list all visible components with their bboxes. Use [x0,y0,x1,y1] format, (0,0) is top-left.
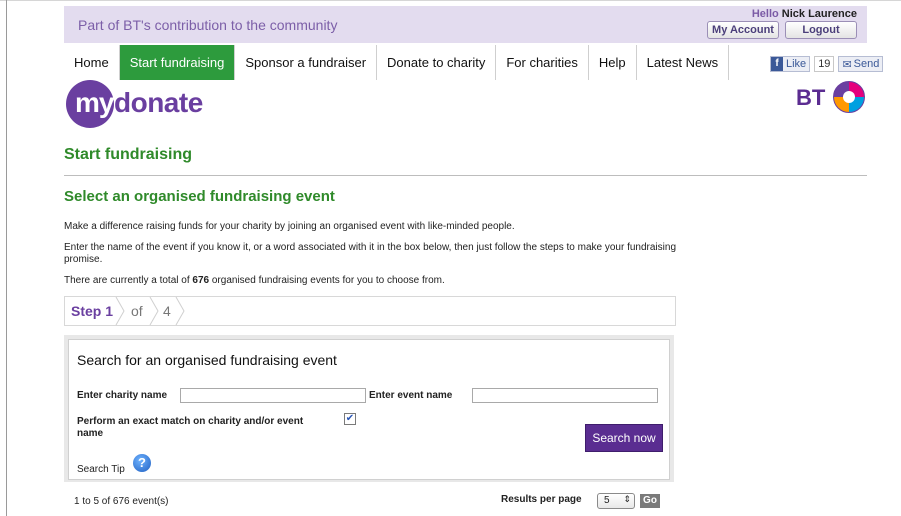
hello-prefix: Hello [751,8,779,20]
total-events-text: There are currently a total of 676 organ… [64,275,684,287]
step-of: of [131,303,143,319]
exact-match-label: Perform an exact match on charity and/or… [77,416,304,439]
tagline: Part of BT's contribution to the communi… [78,17,338,33]
charity-name-label: Enter charity name [77,390,168,401]
step-indicator: Step 1 of 4 [64,296,676,326]
bt-logo[interactable]: BT [796,80,868,114]
step-total: 4 [163,303,171,319]
send-label: Send [853,58,880,70]
results-per-page-label: Results per page [501,494,582,505]
go-button[interactable]: Go [640,494,660,508]
bt-logo-text: BT [796,85,826,110]
my-account-button[interactable]: My Account [707,21,779,39]
main-nav: Home Start fundraising Sponsor a fundrai… [64,45,730,80]
window-top-border [0,0,901,1]
step-chevron-icon [175,297,185,325]
instructions-text: Enter the name of the event if you know … [64,242,677,265]
logo-my-text: my [75,87,114,118]
search-panel: Search for an organised fundraising even… [64,335,674,482]
user-name: Nick Laurence [781,8,857,20]
total-count: 676 [192,275,210,286]
results-per-page-value: 5 [604,495,610,506]
search-tip-label: Search Tip [77,464,125,475]
logout-button[interactable]: Logout [785,21,857,39]
nav-for-charities[interactable]: For charities [496,45,589,80]
bt-globe-icon [833,81,865,113]
help-icon[interactable]: ? [133,454,151,472]
charity-name-input[interactable] [180,388,366,403]
nav-help[interactable]: Help [589,45,637,80]
facebook-like-button[interactable]: f Like [770,56,811,72]
nav-sponsor-fundraiser[interactable]: Sponsor a fundraiser [235,45,378,80]
event-name-input[interactable] [472,388,658,403]
exact-match-checkbox[interactable]: ✔ [344,413,356,425]
step-chevron-icon [115,297,125,325]
nav-start-fundraising[interactable]: Start fundraising [119,45,236,80]
total-prefix: There are currently a total of [64,275,190,286]
greeting: Hello Nick Laurence [752,8,857,20]
send-icon: ✉ [842,58,852,71]
nav-home[interactable]: Home [64,45,120,80]
intro-text: Make a difference raising funds for your… [64,221,515,232]
send-button[interactable]: ✉ Send [838,56,884,72]
top-banner: Part of BT's contribution to the communi… [64,6,867,43]
search-panel-inner: Search for an organised fundraising even… [68,339,670,480]
search-now-button[interactable]: Search now [585,424,663,452]
event-name-label: Enter event name [369,390,453,401]
page-title: Start fundraising [64,146,193,163]
window-left-border [6,0,7,516]
results-summary: 1 to 5 of 676 event(s) [74,496,169,507]
like-count: 19 [814,56,835,72]
logo-donate-text: donate [114,87,203,118]
updown-arrows-icon: ⇕ [623,494,631,504]
total-suffix: organised fundraising events for you to … [211,275,445,286]
current-step: Step 1 [71,303,114,319]
search-panel-title: Search for an organised fundraising even… [77,352,337,368]
nav-latest-news[interactable]: Latest News [637,45,730,80]
results-per-page-select[interactable]: 5 ⇕ [597,493,635,509]
facebook-icon: f [771,57,783,71]
social-buttons: f Like 19 ✉ Send [770,56,884,72]
like-label: Like [786,58,807,70]
section-title: Select an organised fundraising event [64,188,335,205]
nav-donate-to-charity[interactable]: Donate to charity [377,45,497,80]
step-chevron-icon [149,297,159,325]
title-divider [64,175,867,176]
